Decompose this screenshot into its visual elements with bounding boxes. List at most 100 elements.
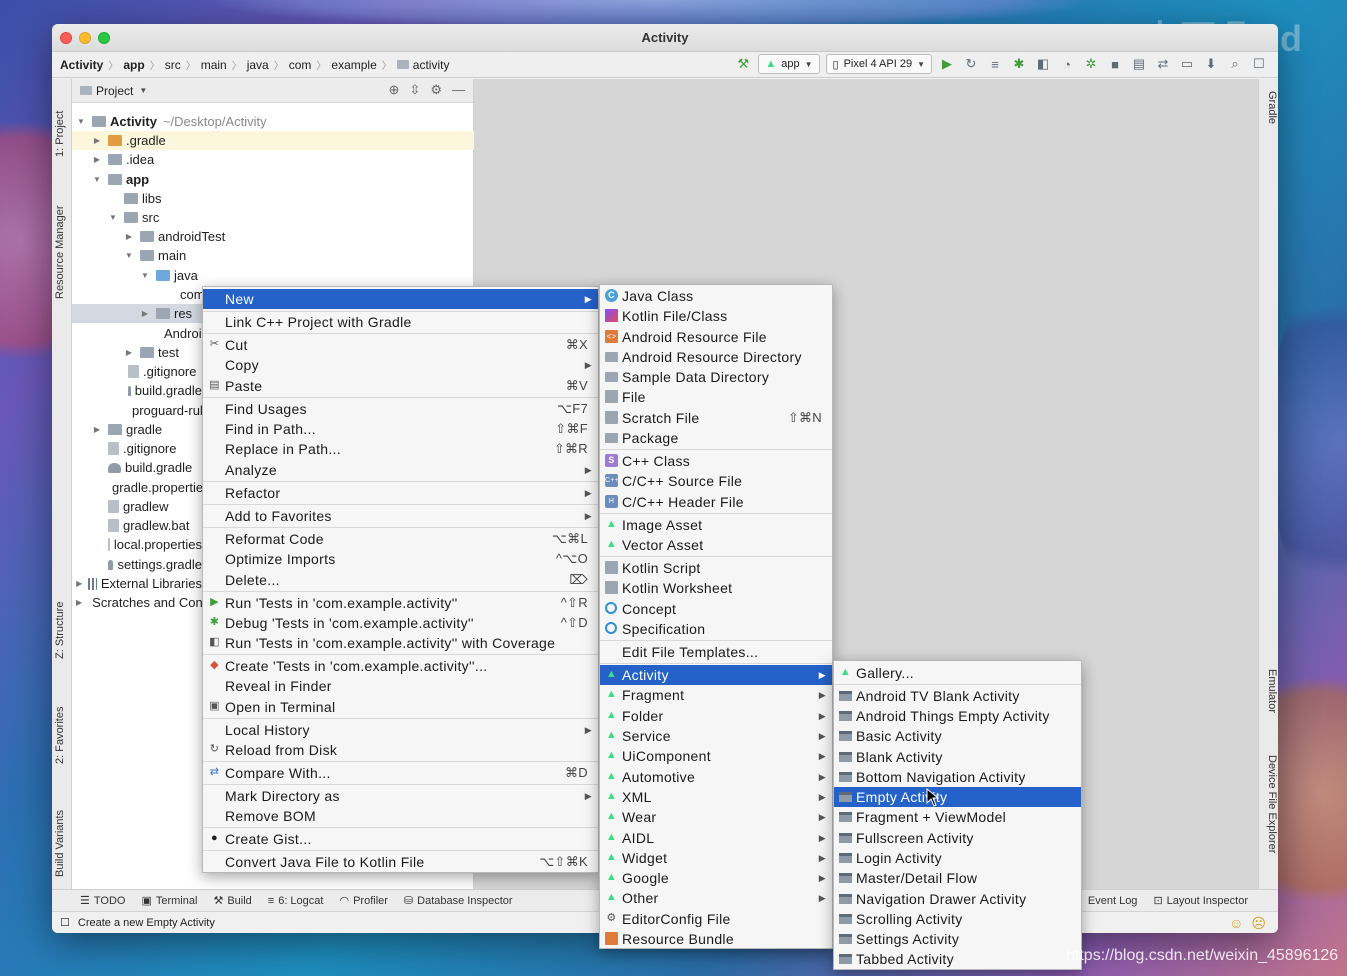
breadcrumb-item[interactable]: main xyxy=(201,58,227,72)
tab-resource-manager[interactable]: Resource Manager xyxy=(54,179,70,299)
collapse-all-icon[interactable]: ⇳ xyxy=(409,82,420,98)
menu-item-widget[interactable]: ▲ Widget ▶ xyxy=(600,848,832,868)
menu-item-optimize-imports[interactable]: Optimize Imports ^⌥O xyxy=(203,549,598,569)
menu-item-replace-in-path[interactable]: Replace in Path... ⇧⌘R xyxy=(203,439,598,459)
menu-item-reload-from-disk[interactable]: ↻ Reload from Disk xyxy=(203,740,598,760)
menu-item-link-cpp[interactable]: Link C++ Project with Gradle xyxy=(203,312,598,332)
run-icon[interactable]: ▶ xyxy=(938,55,956,73)
tree-row[interactable]: AndroidManifest.xml xyxy=(160,324,202,343)
tab-device-file-explorer[interactable]: Device File Explorer xyxy=(1262,755,1278,885)
menu-item-edit-file-templates[interactable]: Edit File Templates... xyxy=(600,642,832,662)
tree-row[interactable]: proguard-rules.pro xyxy=(128,401,202,420)
menu-item-activity-template[interactable]: Fragment + ViewModel xyxy=(834,807,1081,827)
chevron-down-icon[interactable]: ▼ xyxy=(139,86,147,95)
menu-item-empty-activity[interactable]: Empty Activity xyxy=(834,787,1081,807)
search-icon[interactable]: ⌕ xyxy=(1226,55,1244,73)
menu-item-paste[interactable]: ▤ Paste ⌘V xyxy=(203,376,598,396)
menu-item-cut[interactable]: ✂ Cut ⌘X xyxy=(203,335,598,355)
tree-row[interactable]: gradlew xyxy=(108,497,169,516)
tree-row[interactable]: settings.gradle xyxy=(108,555,202,574)
menu-item-delete[interactable]: Delete... ⌦ xyxy=(203,570,598,590)
menu-item-analyze[interactable]: Analyze ▶ xyxy=(203,460,598,480)
menu-item-vector-asset[interactable]: ▲ Vector Asset xyxy=(600,535,832,555)
sdk-manager-icon[interactable]: ⬇ xyxy=(1202,55,1220,73)
menu-item-new[interactable]: New ▶ xyxy=(203,289,598,309)
stop-icon[interactable]: ■ xyxy=(1106,55,1124,73)
menu-item-reformat-code[interactable]: Reformat Code ⌥⌘L xyxy=(203,529,598,549)
attach-debugger-icon[interactable]: ✲ xyxy=(1082,55,1100,73)
tab-gradle[interactable]: Gradle xyxy=(1262,91,1278,151)
tree-row[interactable]: .gitignore xyxy=(128,362,202,381)
menu-item-package[interactable]: Package xyxy=(600,428,832,448)
menu-item-gallery[interactable]: ▲ Gallery... xyxy=(834,663,1081,683)
debug-icon[interactable]: ✱ xyxy=(1010,55,1028,73)
tree-row[interactable]: ▼ app xyxy=(92,170,149,189)
breadcrumb-item[interactable]: example xyxy=(331,58,376,72)
tab-profiler[interactable]: ◠ Profiler xyxy=(339,894,387,908)
menu-item-service[interactable]: ▲ Service ▶ xyxy=(600,726,832,746)
menu-item-activity-template[interactable]: Basic Activity xyxy=(834,726,1081,746)
tree-row[interactable]: gradle.properties xyxy=(108,478,202,497)
menu-item-xml[interactable]: ▲ XML ▶ xyxy=(600,787,832,807)
menu-item-android-resource-directory[interactable]: Android Resource Directory xyxy=(600,347,832,367)
project-view-selector[interactable]: Project xyxy=(96,84,133,98)
tree-row[interactable]: ▼ java xyxy=(140,266,198,285)
tree-row[interactable]: ▶ androidTest xyxy=(124,227,225,246)
menu-item-activity-template[interactable]: Navigation Drawer Activity xyxy=(834,889,1081,909)
tree-row[interactable]: ▶ res xyxy=(140,304,204,323)
menu-item-run-with-coverage[interactable]: ◧ Run 'Tests in 'com.example.activity'' w… xyxy=(203,633,598,653)
tab-todo[interactable]: ☰ TODO xyxy=(80,894,125,908)
tree-row[interactable]: ▶ gradle xyxy=(92,420,162,439)
menu-item-scratch-file[interactable]: Scratch File ⇧⌘N xyxy=(600,408,832,428)
tree-row[interactable]: ▶ .idea xyxy=(92,150,154,169)
menu-item-activity-template[interactable]: Login Activity xyxy=(834,848,1081,868)
menu-item-mark-directory-as[interactable]: Mark Directory as ▶ xyxy=(203,786,598,806)
tree-row[interactable]: gradlew.bat xyxy=(108,516,202,535)
menu-item-activity-template[interactable]: Blank Activity xyxy=(834,747,1081,767)
menu-item-google[interactable]: ▲ Google ▶ xyxy=(600,868,832,888)
hide-icon[interactable]: — xyxy=(452,82,465,98)
account-icon[interactable]: ☐ xyxy=(1250,55,1268,73)
hammer-icon[interactable]: ⚒ xyxy=(734,55,752,73)
tab-layout-inspector[interactable]: ⊡ Layout Inspector xyxy=(1153,894,1248,908)
tree-row[interactable]: ▼ main xyxy=(124,246,186,265)
breadcrumb-item[interactable]: com xyxy=(289,58,312,72)
menu-item-activity-template[interactable]: Android Things Empty Activity xyxy=(834,706,1081,726)
menu-item-find-in-path[interactable]: Find in Path... ⇧⌘F xyxy=(203,419,598,439)
tab-build[interactable]: ⚒ Build xyxy=(213,894,251,908)
breadcrumb-item[interactable]: src xyxy=(165,58,181,72)
frown-icon[interactable]: ☹ xyxy=(1251,915,1266,932)
coverage-icon[interactable]: ◧ xyxy=(1034,55,1052,73)
avd-manager-icon[interactable]: ▭ xyxy=(1178,55,1196,73)
profile-icon[interactable]: ◔ xyxy=(1058,55,1076,73)
menu-item-cpp-source[interactable]: C++ C/C++ Source File xyxy=(600,471,832,491)
menu-item-kotlin-file[interactable]: Kotlin File/Class xyxy=(600,306,832,326)
breadcrumb-item[interactable]: activity xyxy=(413,58,450,72)
menu-item-concept[interactable]: Concept xyxy=(600,599,832,619)
menu-item-kotlin-worksheet[interactable]: Kotlin Worksheet xyxy=(600,578,832,598)
device-selector[interactable]: ▯ Pixel 4 API 29 ▼ xyxy=(825,54,932,74)
menu-item-activity-template[interactable]: Scrolling Activity xyxy=(834,909,1081,929)
menu-item-reveal-in-finder[interactable]: Reveal in Finder xyxy=(203,676,598,696)
menu-item-copy[interactable]: Copy ▶ xyxy=(203,355,598,375)
apply-code-changes-icon[interactable]: ≡ xyxy=(986,55,1004,73)
tree-row[interactable]: ▶Scratches and Consoles xyxy=(76,593,202,612)
tab-favorites[interactable]: 2: Favorites xyxy=(54,684,70,764)
locate-icon[interactable]: ⊕ xyxy=(389,82,400,98)
tab-terminal[interactable]: ▣ Terminal xyxy=(141,894,197,908)
menu-item-resource-bundle[interactable]: Resource Bundle xyxy=(600,929,832,949)
menu-item-activity-template[interactable]: Tabbed Activity xyxy=(834,949,1081,969)
menu-item-android-resource-file[interactable]: <> Android Resource File xyxy=(600,327,832,347)
project-structure-icon[interactable]: ▤ xyxy=(1130,55,1148,73)
tree-row[interactable]: ▼ Activity ~/Desktop/Activity xyxy=(76,112,267,131)
menu-item-cpp-class[interactable]: S C++ Class xyxy=(600,451,832,471)
menu-item-refactor[interactable]: Refactor ▶ xyxy=(203,483,598,503)
menu-item-cpp-header[interactable]: H C/C++ Header File xyxy=(600,492,832,512)
menu-item-kotlin-script[interactable]: Kotlin Script xyxy=(600,558,832,578)
menu-item-folder[interactable]: ▲ Folder ▶ xyxy=(600,706,832,726)
menu-item-uicomponent[interactable]: ▲ UiComponent ▶ xyxy=(600,746,832,766)
tab-database-inspector[interactable]: ⛁ Database Inspector xyxy=(404,894,513,908)
tree-row[interactable]: ▶ .gradle xyxy=(92,131,166,150)
menu-item-file[interactable]: File xyxy=(600,387,832,407)
menu-item-add-to-favorites[interactable]: Add to Favorites ▶ xyxy=(203,506,598,526)
